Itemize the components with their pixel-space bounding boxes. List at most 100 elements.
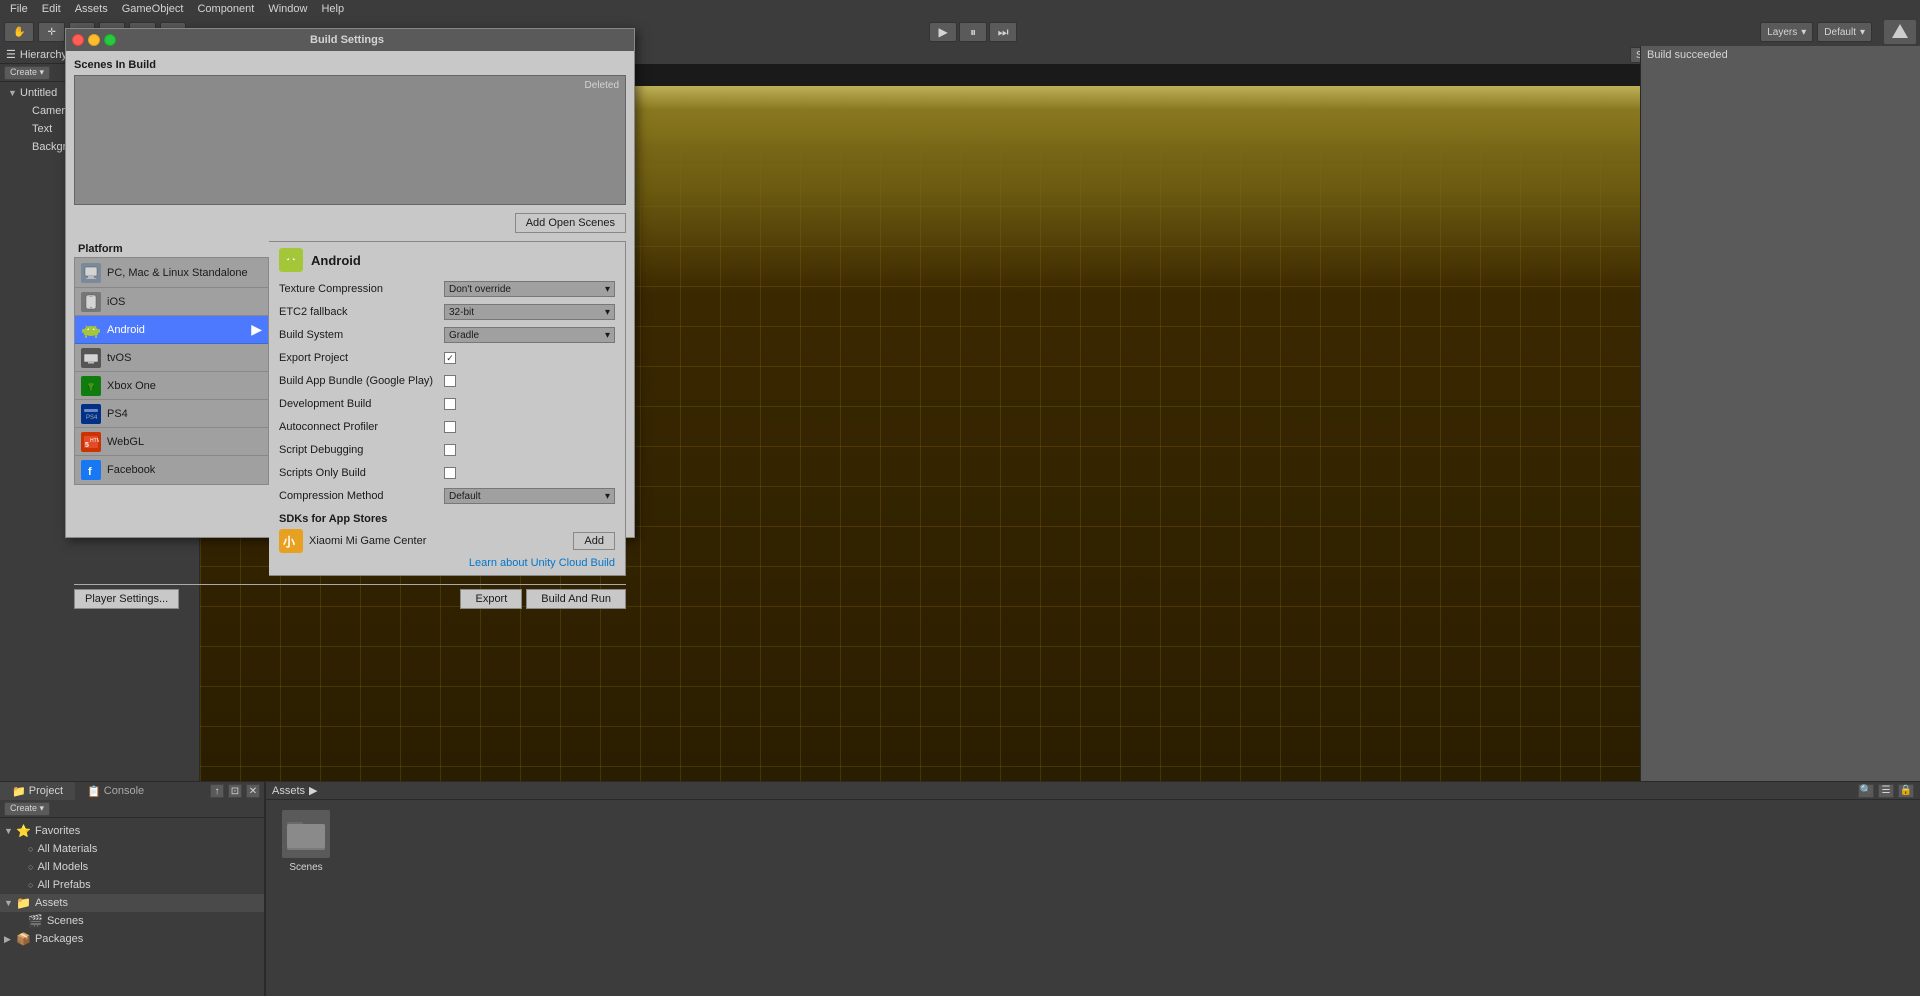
texture-compression-label: Texture Compression (279, 283, 444, 295)
step-button[interactable]: ⏭ (989, 22, 1017, 42)
scenes-list-deleted: Deleted (585, 80, 619, 91)
inspector-title: Build succeeded (1647, 49, 1728, 61)
platform-label: Platform (74, 241, 269, 257)
pause-button[interactable]: ⏸ (959, 22, 987, 42)
assets-content: Scenes (266, 800, 1920, 883)
platform-item-webgl[interactable]: 5HTML WebGL (75, 428, 268, 456)
layout-dropdown[interactable]: Default ▾ (1817, 22, 1872, 42)
platform-icon-webgl: 5HTML (81, 432, 101, 452)
platform-name-ps4: PS4 (107, 408, 128, 420)
layers-dropdown[interactable]: Layers ▾ (1760, 22, 1813, 42)
export-project-checkbox[interactable] (444, 352, 456, 364)
development-build-label: Development Build (279, 398, 444, 410)
svg-text:小: 小 (283, 534, 295, 549)
sdk-xiaomi-name: Xiaomi Mi Game Center (309, 535, 567, 547)
dialog-close-btn[interactable] (72, 34, 84, 46)
menu-component[interactable]: Component (191, 0, 260, 18)
setting-texture-compression: Texture Compression Don't override ▾ (279, 280, 615, 298)
project-create-btn[interactable]: Create ▾ (4, 802, 50, 816)
player-settings-btn[interactable]: Player Settings... (74, 589, 179, 609)
tab-project[interactable]: 📁 Project (0, 782, 75, 800)
hierarchy-icon: ☰ (6, 48, 16, 61)
project-icon-btn-2[interactable]: ⊡ (228, 784, 242, 798)
platform-name-android: Android (107, 324, 145, 336)
script-debugging-checkbox[interactable] (444, 444, 456, 456)
assets-search-icon[interactable]: 🔍 (1858, 784, 1874, 798)
menu-help[interactable]: Help (315, 0, 350, 18)
assets-filter-icon[interactable]: ☰ (1878, 784, 1894, 798)
hierarchy-create-btn[interactable]: Create ▾ (4, 66, 50, 80)
development-build-checkbox[interactable] (444, 398, 456, 410)
platform-icon-pc (81, 263, 101, 283)
tree-all-models[interactable]: ○ All Models (0, 858, 264, 876)
platform-item-pc[interactable]: PC, Mac & Linux Standalone (75, 258, 268, 288)
menu-gameobject[interactable]: GameObject (116, 0, 190, 18)
tree-scenes[interactable]: 🎬 Scenes (0, 912, 264, 930)
scenes-list: Deleted (74, 75, 626, 205)
top-menu-bar: File Edit Assets GameObject Component Wi… (0, 0, 1920, 18)
project-icon-btn-3[interactable]: ✕ (246, 784, 260, 798)
setting-etc2-fallback: ETC2 fallback 32-bit ▾ (279, 303, 615, 321)
menu-assets[interactable]: Assets (69, 0, 114, 18)
platform-name-ios: iOS (107, 296, 125, 308)
platform-name-xbox: Xbox One (107, 380, 156, 392)
menu-window[interactable]: Window (262, 0, 313, 18)
tree-all-materials[interactable]: ○ All Materials (0, 840, 264, 858)
platform-icon-tvos (81, 348, 101, 368)
build-system-label: Build System (279, 329, 444, 341)
compression-method-dropdown[interactable]: Default ▾ (444, 488, 615, 504)
dialog-maximize-btn[interactable] (104, 34, 116, 46)
inspector-content (1641, 64, 1920, 799)
platform-item-tvos[interactable]: tvOS (75, 344, 268, 372)
platform-item-android[interactable]: Android ▶ (75, 316, 268, 344)
cloud-build-link[interactable]: Learn about Unity Cloud Build (469, 557, 615, 569)
etc2-fallback-dropdown[interactable]: 32-bit ▾ (444, 304, 615, 320)
project-icon-btn-1[interactable]: ↑ (210, 784, 224, 798)
setting-build-system: Build System Gradle ▾ (279, 326, 615, 344)
texture-compression-value: Don't override (449, 284, 511, 295)
build-buttons: Export Build And Run (460, 589, 626, 609)
tree-favorites[interactable]: ▼ ⭐ Favorites (0, 822, 264, 840)
etc2-fallback-arrow: ▾ (605, 307, 610, 318)
assets-breadcrumb-arrow: ▶ (309, 784, 317, 797)
build-app-bundle-label: Build App Bundle (Google Play) (279, 375, 444, 387)
menu-file[interactable]: File (4, 0, 34, 18)
build-and-run-btn[interactable]: Build And Run (526, 589, 626, 609)
tree-packages[interactable]: ▶ 📦 Packages (0, 930, 264, 948)
platform-icon-xbox (81, 376, 101, 396)
tab-console[interactable]: 📋 Console (75, 782, 156, 800)
export-btn[interactable]: Export (460, 589, 522, 609)
asset-folder-icon (282, 810, 330, 858)
platform-item-xbox[interactable]: Xbox One (75, 372, 268, 400)
platform-item-facebook[interactable]: f Facebook (75, 456, 268, 484)
tree-all-prefabs[interactable]: ○ All Prefabs (0, 876, 264, 894)
texture-compression-dropdown[interactable]: Don't override ▾ (444, 281, 615, 297)
sdk-row-xiaomi: 小 Xiaomi Mi Game Center Add (279, 529, 615, 553)
project-tree: ▼ ⭐ Favorites ○ All Materials ○ All Mode… (0, 818, 264, 952)
add-open-scenes-btn[interactable]: Add Open Scenes (515, 213, 626, 233)
sdk-add-btn[interactable]: Add (573, 532, 615, 550)
export-project-label: Export Project (279, 352, 444, 364)
autoconnect-profiler-checkbox[interactable] (444, 421, 456, 433)
setting-compression-method: Compression Method Default ▾ (279, 487, 615, 505)
dialog-minimize-btn[interactable] (88, 34, 100, 46)
build-system-dropdown[interactable]: Gradle ▾ (444, 327, 615, 343)
platform-name-pc: PC, Mac & Linux Standalone (107, 267, 248, 279)
play-button[interactable]: ▶ (929, 22, 957, 42)
platform-item-ios[interactable]: iOS (75, 288, 268, 316)
platform-item-ps4[interactable]: PS4 PS4 (75, 400, 268, 428)
move-tool[interactable]: ✛ (38, 22, 64, 42)
scripts-only-checkbox[interactable] (444, 467, 456, 479)
dialog-title-bar: Build Settings (66, 29, 634, 51)
assets-lock-icon[interactable]: 🔒 (1898, 784, 1914, 798)
menu-edit[interactable]: Edit (36, 0, 67, 18)
asset-scenes-folder[interactable]: Scenes (276, 810, 336, 873)
platform-section: Platform PC, Mac & Linux Standalone (74, 241, 626, 576)
build-app-bundle-checkbox[interactable] (444, 375, 456, 387)
platform-settings: Android Texture Compression Don't overri… (269, 241, 626, 576)
svg-text:5: 5 (85, 442, 89, 449)
tree-assets[interactable]: ▼ 📁 Assets (0, 894, 264, 912)
svg-text:f: f (88, 466, 92, 478)
project-toolbar: Create ▾ (0, 800, 264, 818)
hand-tool[interactable]: ✋ (4, 22, 34, 42)
